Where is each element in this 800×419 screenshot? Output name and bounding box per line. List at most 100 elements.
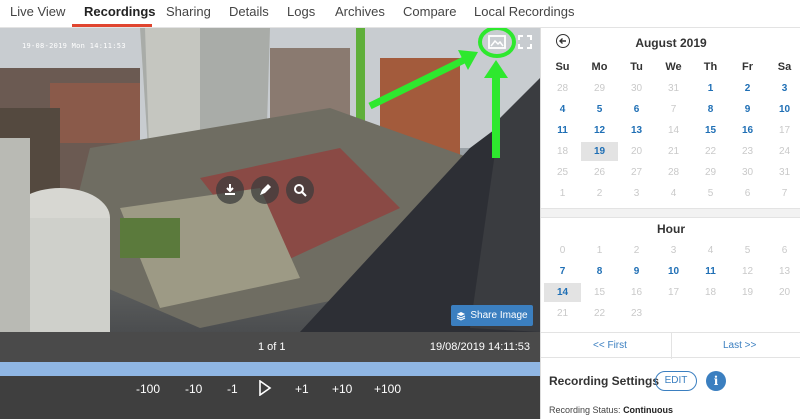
calendar-day[interactable]: 5	[581, 100, 618, 119]
calendar-day[interactable]: 8	[692, 100, 729, 119]
share-image-label: Share Image	[470, 310, 528, 321]
calendar-day: 7	[781, 188, 788, 199]
weekday-header: Sa	[777, 61, 792, 73]
calendar-day[interactable]: 15	[692, 121, 729, 140]
timeline-bar[interactable]	[0, 362, 540, 376]
hour-cell: 12	[741, 266, 754, 277]
recording-settings-title: Recording Settings	[549, 374, 660, 388]
calendar-day-selected[interactable]: 19	[581, 142, 618, 161]
hour-cell[interactable]: 11	[692, 262, 729, 281]
hour-cell: 16	[630, 287, 643, 298]
calendar-day: 24	[778, 146, 791, 157]
active-tab-indicator	[72, 24, 152, 27]
hour-cell: 2	[633, 245, 640, 256]
tab-archives[interactable]: Archives	[335, 4, 385, 19]
play-icon[interactable]	[258, 380, 272, 396]
search-icon	[294, 184, 307, 197]
calendar-day: 20	[630, 146, 643, 157]
calendar-day[interactable]: 4	[544, 100, 581, 119]
tab-sharing[interactable]: Sharing	[166, 4, 211, 19]
step-forward-10-button[interactable]: +10	[332, 382, 352, 396]
calendar-day: 14	[667, 125, 680, 136]
edit-image-button[interactable]	[251, 176, 279, 204]
calendar-day: 18	[556, 146, 569, 157]
hour-cell: 20	[778, 287, 791, 298]
step-back-10-button[interactable]: -10	[185, 382, 202, 396]
hour-selected[interactable]: 14	[544, 283, 581, 302]
calendar-day: 1	[559, 188, 566, 199]
weekday-header: Tu	[630, 61, 643, 73]
tab-local-recordings[interactable]: Local Recordings	[474, 4, 574, 19]
share-image-button[interactable]: Share Image	[451, 305, 533, 326]
calendar-day[interactable]: 9	[729, 100, 766, 119]
calendar-day[interactable]: 13	[618, 121, 655, 140]
download-button[interactable]	[216, 176, 244, 204]
hour-cell: 5	[744, 245, 751, 256]
weekday-header: Fr	[742, 61, 753, 73]
zoom-button[interactable]	[286, 176, 314, 204]
hour-cell: 4	[707, 245, 714, 256]
hour-cell: 23	[630, 308, 643, 319]
hour-cell[interactable]: 9	[618, 262, 655, 281]
calendar-month: August 2019	[635, 36, 707, 50]
calendar-day: 31	[778, 167, 791, 178]
image-info-bar: 1 of 1 19/08/2019 14:11:53	[0, 332, 540, 362]
hour-cell: 22	[593, 308, 606, 319]
calendar-day[interactable]: 16	[729, 121, 766, 140]
top-nav: Live View Recordings Sharing Details Log…	[0, 0, 800, 28]
calendar-day: 23	[741, 146, 754, 157]
weekday-header: We	[665, 61, 682, 73]
first-button[interactable]: << First	[593, 340, 627, 351]
calendar-day[interactable]: 12	[581, 121, 618, 140]
edit-settings-button[interactable]: EDIT	[655, 371, 697, 391]
calendar-day[interactable]: 6	[618, 100, 655, 119]
calendar-day: 30	[741, 167, 754, 178]
tab-logs[interactable]: Logs	[287, 4, 315, 19]
download-icon	[225, 184, 235, 195]
calendar-header: August 2019	[541, 28, 800, 56]
calendar-day: 29	[704, 167, 717, 178]
hour-cell[interactable]: 8	[581, 262, 618, 281]
calendar-day: 3	[633, 188, 640, 199]
pager-divider	[671, 333, 672, 359]
calendar-day: 25	[556, 167, 569, 178]
calendar-day: 17	[778, 125, 791, 136]
section-divider	[541, 208, 800, 218]
step-back-1-button[interactable]: -1	[227, 382, 238, 396]
calendar-day[interactable]: 1	[692, 79, 729, 98]
recording-status: Recording Status: Continuous	[549, 405, 673, 415]
calendar-day[interactable]: 11	[544, 121, 581, 140]
tab-details[interactable]: Details	[229, 4, 269, 19]
tab-recordings[interactable]: Recordings	[84, 4, 156, 19]
calendar-day: 21	[667, 146, 680, 157]
calendar-day[interactable]: 3	[766, 79, 800, 98]
step-back-100-button[interactable]: -100	[136, 382, 160, 396]
info-icon[interactable]: i	[706, 371, 726, 391]
step-forward-100-button[interactable]: +100	[374, 382, 401, 396]
calendar-day: 22	[704, 146, 717, 157]
step-forward-1-button[interactable]: +1	[295, 382, 309, 396]
recording-status-value: Continuous	[623, 405, 674, 415]
image-count: 1 of 1	[258, 341, 286, 353]
hour-title: Hour	[657, 222, 685, 236]
hour-cell[interactable]: 7	[544, 262, 581, 281]
date-picker-panel: August 2019 Su Mo Tu We Th Fr Sa 28 29 30 31 1 2 3 4 5 6…	[540, 28, 800, 419]
hour-cell: 15	[593, 287, 606, 298]
last-button[interactable]: Last >>	[723, 340, 756, 351]
calendar-day: 28	[556, 83, 569, 94]
hour-cell: 18	[704, 287, 717, 298]
hour-cell: 19	[741, 287, 754, 298]
calendar-day[interactable]: 2	[729, 79, 766, 98]
pager: << First Last >>	[541, 332, 800, 359]
hour-cell[interactable]: 10	[655, 262, 692, 281]
calendar-day: 31	[667, 83, 680, 94]
hour-cell: 1	[596, 245, 603, 256]
hour-cell: 6	[781, 245, 788, 256]
edit-icon	[260, 184, 271, 195]
calendar-day: 7	[670, 104, 677, 115]
tab-compare[interactable]: Compare	[403, 4, 456, 19]
calendar-day: 28	[667, 167, 680, 178]
calendar-day: 29	[593, 83, 606, 94]
calendar-day[interactable]: 10	[766, 100, 800, 119]
tab-live-view[interactable]: Live View	[10, 4, 65, 19]
